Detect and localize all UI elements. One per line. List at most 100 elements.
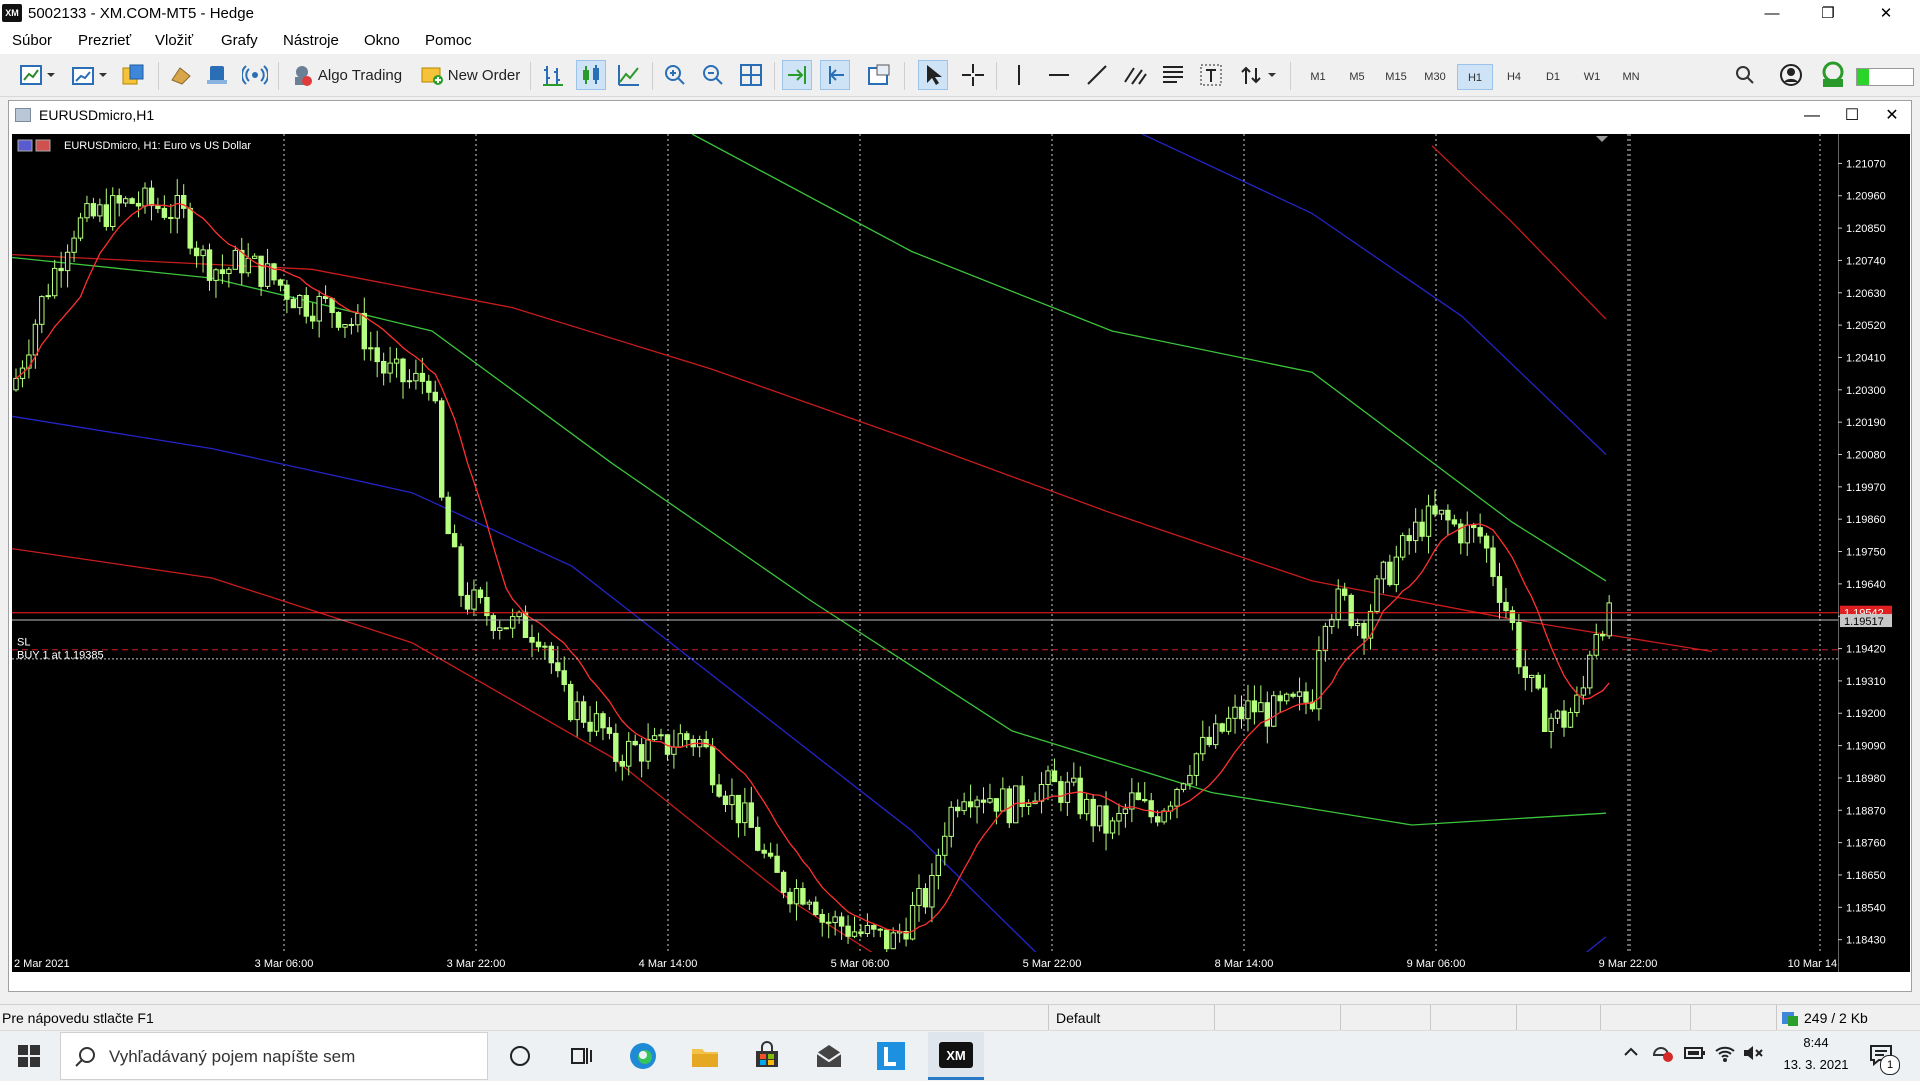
price-axis-label: 1.19860 [1846, 514, 1886, 526]
candle-body [813, 901, 819, 916]
market-icon[interactable] [202, 60, 232, 90]
cortana-icon[interactable] [503, 1039, 537, 1073]
candle-body [774, 855, 780, 873]
candle-body [909, 905, 916, 940]
line-chart-icon[interactable] [614, 60, 644, 90]
bar-chart-icon[interactable] [538, 60, 568, 90]
candle-body [1380, 561, 1387, 580]
auto-scroll-icon[interactable] [782, 60, 812, 90]
menu-help[interactable]: Pomoc [425, 32, 472, 49]
store-icon[interactable] [750, 1039, 784, 1073]
new-chart-icon[interactable] [14, 60, 58, 90]
menu-tools[interactable]: Nástroje [283, 32, 339, 49]
timeframe-h4[interactable]: H4 [1496, 64, 1532, 90]
menu-file[interactable]: Súbor [12, 32, 52, 49]
price-chart[interactable]: EURUSDmicro, H1: Euro vs US Dollar SL BUY … [11, 133, 1852, 979]
horizontal-line-icon[interactable] [1044, 60, 1074, 90]
candlestick-chart-icon[interactable] [576, 60, 606, 90]
price-axis-label: 1.20630 [1846, 288, 1886, 300]
arrows-icon[interactable] [1236, 60, 1280, 90]
candle-body [1090, 798, 1096, 827]
clock-date[interactable]: 13. 3. 2021 [1772, 1057, 1860, 1072]
candle-body [1522, 666, 1528, 678]
market-watch-icon[interactable] [118, 60, 148, 90]
algo-trading-button[interactable]: Algo Trading [286, 60, 406, 90]
time-axis-label: 3 Mar 06:00 [255, 958, 314, 970]
text-icon[interactable] [1196, 60, 1226, 90]
trendline-icon[interactable] [1082, 60, 1112, 90]
volume-muted-icon[interactable] [1742, 1043, 1764, 1066]
menu-view[interactable]: Prezrieť [78, 32, 131, 49]
timeframe-w1[interactable]: W1 [1574, 64, 1610, 90]
candle-body [1161, 810, 1167, 823]
candle-body [471, 589, 477, 610]
close-button[interactable]: ✕ [1864, 0, 1908, 28]
candle-body [335, 312, 342, 328]
wifi-icon[interactable] [1714, 1043, 1736, 1066]
robot-icon [294, 66, 312, 86]
mail-icon[interactable] [812, 1039, 846, 1073]
price-axis-label: 1.18870 [1846, 805, 1886, 817]
candle-body [916, 888, 922, 906]
candle-body [1574, 694, 1580, 713]
windows-start-icon[interactable] [12, 1039, 46, 1073]
chart-minimize-button[interactable]: — [1795, 103, 1829, 129]
candle-body [948, 806, 954, 837]
tray-security-icon[interactable] [1652, 1043, 1674, 1066]
restore-button[interactable]: ❐ [1806, 0, 1850, 28]
candle-body [381, 361, 387, 374]
minimize-button[interactable]: — [1750, 0, 1794, 28]
clock-time[interactable]: 8:44 [1776, 1035, 1856, 1050]
equidistant-channel-icon[interactable] [1120, 60, 1150, 90]
vps-icon[interactable] [240, 60, 270, 90]
vertical-line-icon[interactable] [1004, 60, 1034, 90]
edge-browser-icon[interactable] [626, 1039, 660, 1073]
candle-body [277, 279, 284, 286]
profiles-icon[interactable] [66, 60, 110, 90]
lvl-icon[interactable] [1818, 60, 1848, 90]
taskbar-search[interactable]: Vyhľadávaný pojem napíšte sem [60, 1032, 488, 1080]
signals-icon[interactable] [166, 60, 196, 90]
zoom-out-icon[interactable] [698, 60, 728, 90]
l-app-icon[interactable] [874, 1039, 908, 1073]
battery-icon[interactable] [1684, 1045, 1706, 1064]
task-view-icon[interactable] [564, 1039, 598, 1073]
chart-shift-icon[interactable] [820, 60, 850, 90]
timeframe-m30[interactable]: M30 [1417, 64, 1453, 90]
timeframe-m15[interactable]: M15 [1378, 64, 1414, 90]
timeframe-d1[interactable]: D1 [1535, 64, 1571, 90]
chart-window-title: EURUSDmicro,H1 [39, 107, 155, 123]
timeframe-m1[interactable]: M1 [1300, 64, 1336, 90]
candle-body [1284, 693, 1290, 702]
lower-envelope-red-line [11, 547, 913, 979]
templates-icon[interactable] [864, 60, 894, 90]
candle-body [439, 400, 445, 498]
search-icon[interactable] [1730, 60, 1760, 90]
new-order-button[interactable]: New Order [418, 60, 522, 90]
zoom-in-icon[interactable] [660, 60, 690, 90]
chart-close-button[interactable]: ✕ [1875, 103, 1909, 129]
candle-body [1335, 588, 1341, 620]
moving-average-line [15, 202, 1610, 934]
candle-body [1206, 736, 1212, 746]
menu-insert[interactable]: Vložiť [155, 32, 193, 49]
timeframe-h1[interactable]: H1 [1457, 64, 1493, 90]
file-explorer-icon[interactable] [688, 1039, 722, 1073]
fibonacci-icon[interactable] [1158, 60, 1188, 90]
candle-body [942, 835, 948, 856]
crosshair-icon[interactable] [958, 60, 988, 90]
lower-envelope-green-line [11, 256, 1607, 826]
chart-maximize-button[interactable]: ☐ [1835, 103, 1869, 129]
tile-windows-icon[interactable] [736, 60, 766, 90]
candle-body [187, 207, 193, 249]
timeframe-m5[interactable]: M5 [1339, 64, 1375, 90]
cursor-icon[interactable] [918, 60, 948, 90]
timeframe-mn[interactable]: MN [1613, 64, 1649, 90]
menu-window[interactable]: Okno [364, 32, 400, 49]
menu-charts[interactable]: Grafy [221, 32, 258, 49]
account-icon[interactable] [1776, 60, 1806, 90]
candle-body [490, 615, 497, 632]
xm-mt5-taskbar-icon[interactable]: XM [928, 1032, 984, 1080]
candle-body [419, 372, 426, 382]
tray-chevron-icon[interactable] [1622, 1043, 1640, 1064]
